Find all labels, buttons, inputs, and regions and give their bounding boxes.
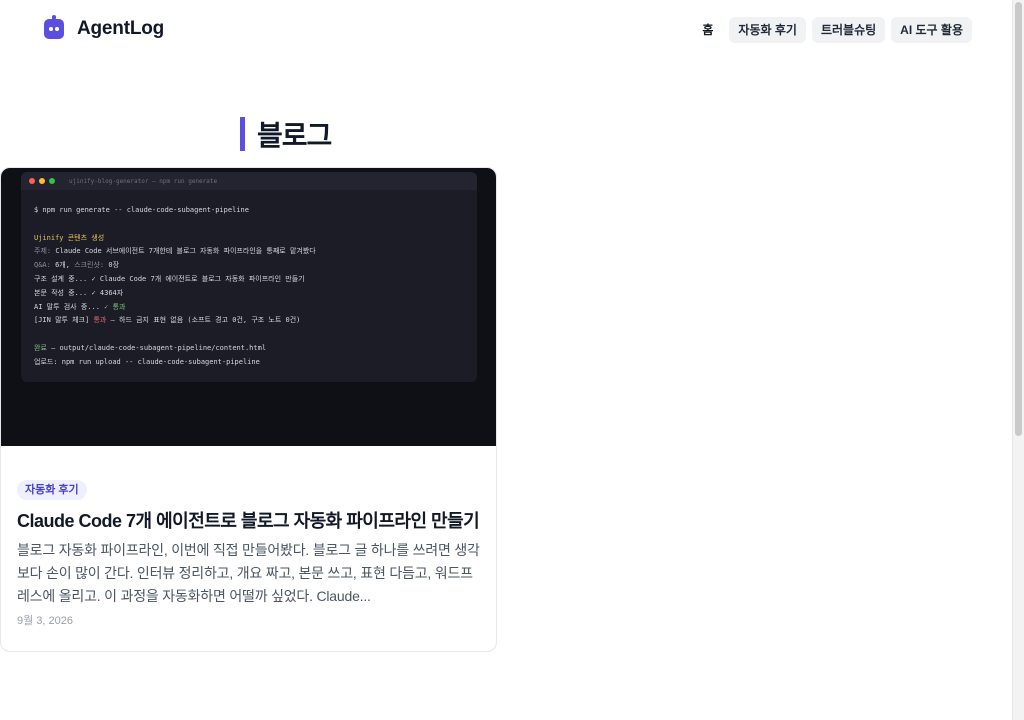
terminal-ss-label: 스크린샷: — [74, 261, 105, 270]
terminal-jin-pass: 통과 — [93, 316, 107, 325]
close-dot-icon — [29, 178, 35, 184]
main-nav: 홈 자동화 후기 트러블슈팅 AI 도구 활용 — [696, 17, 972, 43]
terminal-upload-line: 업로드: npm run upload -- claude-code-subag… — [34, 357, 260, 366]
post-thumbnail[interactable]: ujinify-blog-generator — npm run generat… — [1, 168, 496, 446]
terminal-jin-label: [JIN 말투 체크] — [34, 316, 90, 325]
site-header: AgentLog 홈 자동화 후기 트러블슈팅 AI 도구 활용 — [0, 0, 1012, 62]
post-card[interactable]: ujinify-blog-generator — npm run generat… — [0, 167, 497, 652]
terminal-title: ujinify-blog-generator — npm run generat… — [69, 177, 218, 185]
brand-name: AgentLog — [77, 18, 165, 39]
post-date: 9월 3, 2026 — [17, 615, 73, 627]
nav-item-automation-review[interactable]: 자동화 후기 — [729, 17, 806, 43]
nav-home[interactable]: 홈 — [696, 17, 723, 43]
terminal-body-line: 본문 작성 중... ✓ 4364자 — [34, 288, 124, 297]
heading-accent-bar — [240, 117, 245, 151]
terminal-heading: Ujinify 콘텐츠 생성 — [34, 233, 105, 242]
terminal-topic: Claude Code 서브에이전트 7개한테 블로그 자동화 파이프라인을 통… — [55, 247, 316, 256]
terminal-window: ujinify-blog-generator — npm run generat… — [21, 172, 477, 382]
terminal-command: $ npm run generate -- claude-code-subage… — [34, 206, 249, 214]
scrollbar-thumb[interactable] — [1015, 2, 1022, 436]
post-card-body: 자동화 후기 Claude Code 7개 에이전트로 블로그 자동화 파이프라… — [17, 480, 482, 628]
post-excerpt: 블로그 자동화 파이프라인, 이번에 직접 만들어봤다. 블로그 글 하나를 쓰… — [17, 542, 480, 604]
terminal-qa-value: 6개, — [55, 261, 70, 270]
terminal-topic-label: 주제: — [34, 247, 52, 256]
terminal-ss-value: 0장 — [108, 261, 120, 270]
page-scrollbar[interactable] — [1012, 0, 1024, 720]
terminal-jin-detail: — 하드 금지 표현 없음 (소프트 경고 0건, 구조 노트 0건) — [110, 316, 301, 325]
brand-link[interactable]: AgentLog — [44, 15, 165, 40]
minimize-dot-icon — [39, 178, 45, 184]
terminal-structure-line: 구조 설계 중... ✓ Claude Code 7개 에이전트로 블로그 자동… — [34, 274, 305, 283]
terminal-done-label: 완료 — [34, 343, 47, 352]
terminal-qa-label: Q&A: — [34, 261, 51, 270]
post-title[interactable]: Claude Code 7개 에이전트로 블로그 자동화 파이프라인 만들기 — [17, 509, 482, 533]
page-heading: 블로그 — [240, 117, 332, 151]
terminal-titlebar: ujinify-blog-generator — npm run generat… — [21, 172, 477, 190]
nav-item-ai-tools[interactable]: AI 도구 활용 — [891, 17, 972, 43]
category-badge[interactable]: 자동화 후기 — [17, 480, 87, 500]
maximize-dot-icon — [49, 178, 55, 184]
terminal-ai-line: AI 말투 검사 중... — [34, 302, 100, 311]
robot-icon — [44, 15, 64, 39]
page-title: 블로그 — [257, 120, 332, 151]
terminal-ai-ok: ✓ 통과 — [104, 302, 126, 311]
terminal-done-path: — output/claude-code-subagent-pipeline/c… — [51, 343, 267, 352]
terminal-output: $ npm run generate -- claude-code-subage… — [21, 190, 477, 370]
nav-item-troubleshooting[interactable]: 트러블슈팅 — [811, 17, 886, 43]
